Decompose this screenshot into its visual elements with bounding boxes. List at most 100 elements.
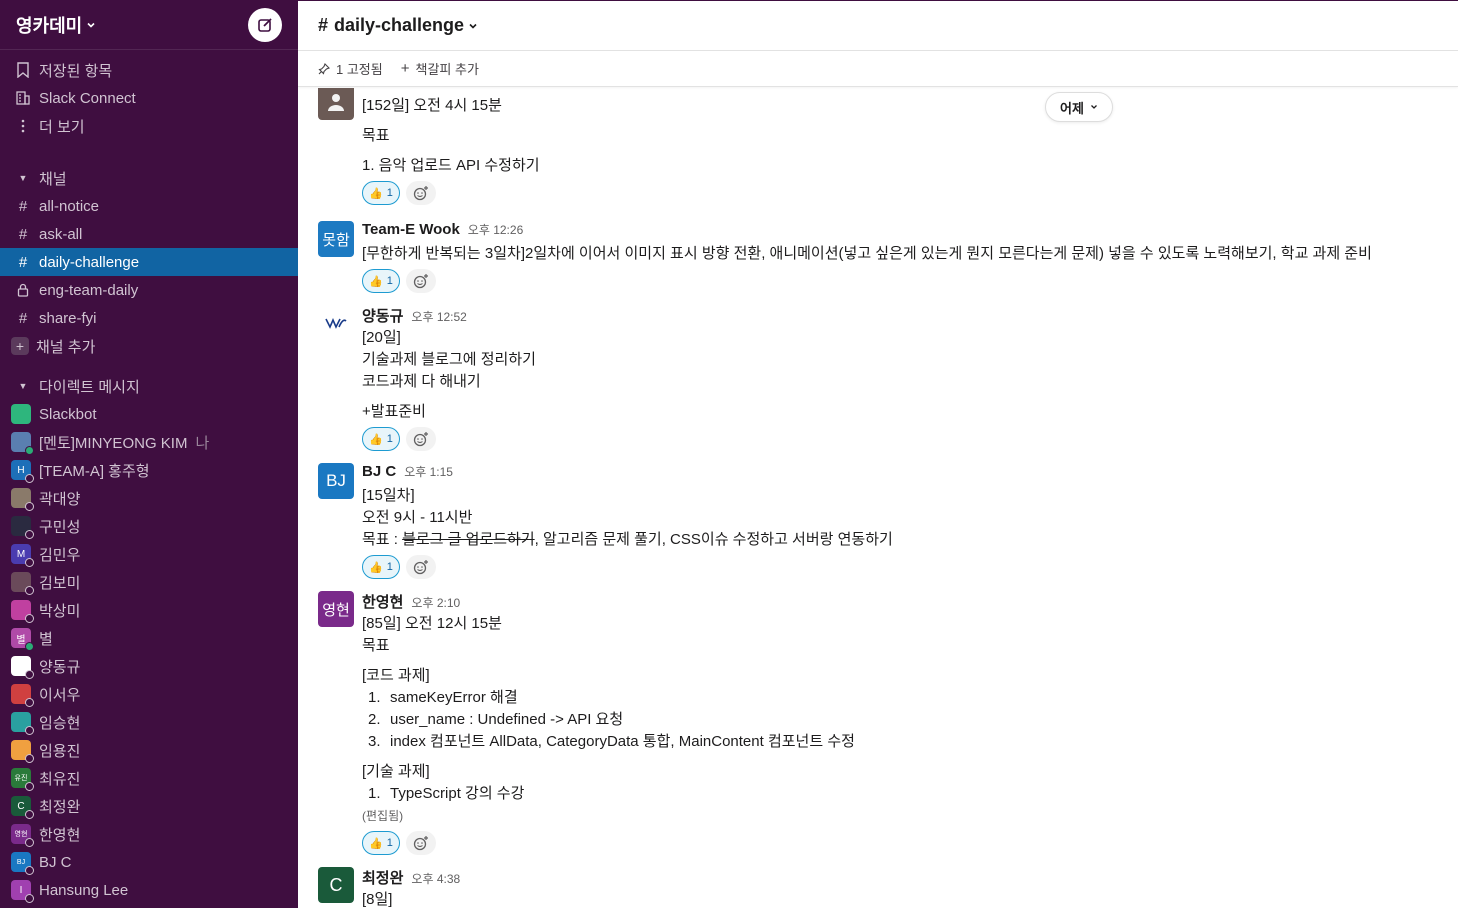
author-name[interactable]: Team-E Wook xyxy=(362,221,460,238)
sidebar-item-dm[interactable]: Slackbot xyxy=(0,400,298,428)
add-reaction-button[interactable] xyxy=(405,181,436,205)
message-text: 1. 음악 업로드 API 수정하기 xyxy=(362,157,540,174)
sidebar-item-dm[interactable]: I Hansung Lee xyxy=(0,876,298,904)
channel-label: eng-team-daily xyxy=(39,281,139,299)
channel-label: ask-all xyxy=(39,225,83,243)
timestamp[interactable]: 오후 12:26 xyxy=(468,221,523,238)
message-text: [152일] 오전 4시 15분 xyxy=(362,97,502,114)
compose-button[interactable] xyxy=(248,7,282,42)
dm-label: 박상미 xyxy=(39,602,81,620)
sidebar-item-dm[interactable]: 양동규 xyxy=(0,652,298,680)
sidebar-item-dm[interactable]: 박상미 xyxy=(0,596,298,624)
sidebar-item-dm[interactable]: C 최정완 xyxy=(0,792,298,820)
timestamp[interactable]: 오후 2:10 xyxy=(411,594,460,611)
sidebar-item-dm[interactable]: 구민성 xyxy=(0,512,298,540)
presence-status-icon xyxy=(25,474,34,483)
hash-icon: # xyxy=(318,15,329,35)
reaction-thumbs-up[interactable]: 👍 1 xyxy=(362,427,400,451)
reaction-thumbs-up[interactable]: 👍 1 xyxy=(362,269,400,293)
avatar-text: H xyxy=(17,464,25,476)
list-header: [기술 과제] xyxy=(362,763,430,780)
sidebar-item-dm[interactable]: H [TEAM-A] 홍주형 xyxy=(0,456,298,484)
sidebar-item-dm[interactable]: 임용진 xyxy=(0,736,298,764)
author-name[interactable]: 양동규 xyxy=(362,305,403,326)
add-channel-button[interactable]: + 채널 추가 xyxy=(0,332,298,360)
presence-status-icon xyxy=(25,670,34,679)
date-divider-button[interactable]: 어제 xyxy=(1045,92,1113,122)
workspace-switcher[interactable]: 영카데미 xyxy=(16,12,96,38)
message: 양동규 오후 12:52 [20일] 기술과제 블로그에 정리하기 코드과제 다… xyxy=(318,305,1438,451)
sidebar-item-channel[interactable]: # ask-all xyxy=(0,220,298,248)
sidebar-item-channel[interactable]: eng-team-daily xyxy=(0,276,298,304)
reaction-thumbs-up[interactable]: 👍 1 xyxy=(362,181,400,205)
avatar: 못함 xyxy=(318,221,354,257)
caret-down-icon: ▼ xyxy=(18,381,28,391)
message: 영현 한영현 오후 2:10 [85일] 오전 12시 15분 목표 [코드 과… xyxy=(318,591,1438,855)
dm-label: BJ C xyxy=(39,853,72,871)
avatar: 유진 xyxy=(11,768,34,791)
bookmarks-bar: 1 고정됨 + 책갈피 추가 xyxy=(298,51,1458,87)
logo-avatar-icon xyxy=(325,317,347,329)
goal-prefix: 목표 : xyxy=(362,531,403,548)
dm-label: 최정완 xyxy=(39,798,81,816)
message-text: 기술과제 블로그에 정리하기 xyxy=(362,351,536,368)
sidebar-item-saved[interactable]: 저장된 항목 xyxy=(0,56,298,84)
sidebar-item-dm[interactable]: 영현 한영현 xyxy=(0,820,298,848)
avatar-text: 못함 xyxy=(322,231,350,249)
sidebar-item-dm[interactable]: 김보미 xyxy=(0,568,298,596)
me-tag: 나 xyxy=(195,434,210,452)
dm-label: 김보미 xyxy=(39,574,81,592)
reaction-thumbs-up[interactable]: 👍 1 xyxy=(362,831,400,855)
reaction-thumbs-up[interactable]: 👍 1 xyxy=(362,555,400,579)
timestamp[interactable]: 오후 1:15 xyxy=(404,463,453,480)
thumbs-up-icon: 👍 xyxy=(369,187,383,200)
author-name[interactable]: 최정완 xyxy=(362,867,403,888)
channel-name-button[interactable]: # daily-challenge xyxy=(318,15,478,36)
avatar: M xyxy=(11,544,34,567)
reaction-count: 1 xyxy=(386,433,393,445)
timestamp[interactable]: 오후 4:38 xyxy=(411,870,460,887)
channel-label: share-fyi xyxy=(39,309,97,327)
sidebar-item-more[interactable]: 더 보기 xyxy=(0,112,298,140)
sidebar-item-dm[interactable]: 유진 최유진 xyxy=(0,764,298,792)
pinned-button[interactable]: 1 고정됨 xyxy=(318,59,383,78)
add-reaction-button[interactable] xyxy=(405,831,436,855)
sidebar-item-dm[interactable]: 임승현 xyxy=(0,708,298,736)
avatar: BJ xyxy=(318,463,354,499)
sidebar-item-channel[interactable]: # all-notice xyxy=(0,192,298,220)
sidebar-item-dm[interactable]: [멘토]MINYEONG KIM 나 xyxy=(0,428,298,456)
sidebar-item-dm[interactable]: 곽대양 xyxy=(0,484,298,512)
avatar xyxy=(11,684,34,707)
add-bookmark-button[interactable]: + 책갈피 추가 xyxy=(401,59,479,78)
dm-section-header[interactable]: ▼ 다이렉트 메시지 xyxy=(0,372,298,400)
dm-label: Hansung Lee xyxy=(39,881,129,899)
avatar xyxy=(11,404,31,424)
sidebar-item-channel[interactable]: # share-fyi xyxy=(0,304,298,332)
avatar: 영현 xyxy=(318,591,354,627)
presence-status-icon xyxy=(25,698,34,707)
message: BJ BJ C 오후 1:15 [15일차] 오전 9시 - 11시반 목표 :… xyxy=(318,463,1438,579)
avatar-text: I xyxy=(19,884,23,896)
channels-section-header[interactable]: ▼ 채널 xyxy=(0,164,298,192)
hash-icon: # xyxy=(18,225,28,243)
presence-status-icon xyxy=(25,530,34,539)
sidebar-item-dm[interactable]: 이서우 xyxy=(0,680,298,708)
sidebar-item-slack-connect[interactable]: Slack Connect xyxy=(0,84,298,112)
author-name[interactable]: 한영현 xyxy=(362,591,403,612)
presence-status-icon xyxy=(25,642,34,651)
message-text: [무한하게 반복되는 3일차]2일차에 이어서 이미지 표시 방향 전환, 애니… xyxy=(362,245,1372,262)
add-emoji-icon xyxy=(413,432,428,447)
dm-label: 임승현 xyxy=(39,714,81,732)
sidebar-item-channel-active[interactable]: # daily-challenge xyxy=(0,248,298,276)
sidebar-item-dm[interactable]: BJ BJ C xyxy=(0,848,298,876)
add-reaction-button[interactable] xyxy=(405,555,436,579)
add-reaction-button[interactable] xyxy=(405,269,436,293)
sidebar-item-dm[interactable]: 별별 xyxy=(0,624,298,652)
bookmark-icon xyxy=(14,62,32,78)
author-name[interactable]: BJ C xyxy=(362,463,396,480)
timestamp[interactable]: 오후 12:52 xyxy=(411,308,466,325)
sidebar-item-dm[interactable]: M 김민우 xyxy=(0,540,298,568)
add-reaction-button[interactable] xyxy=(405,427,436,451)
avatar: 영현 xyxy=(11,824,34,847)
building-icon xyxy=(14,90,32,106)
